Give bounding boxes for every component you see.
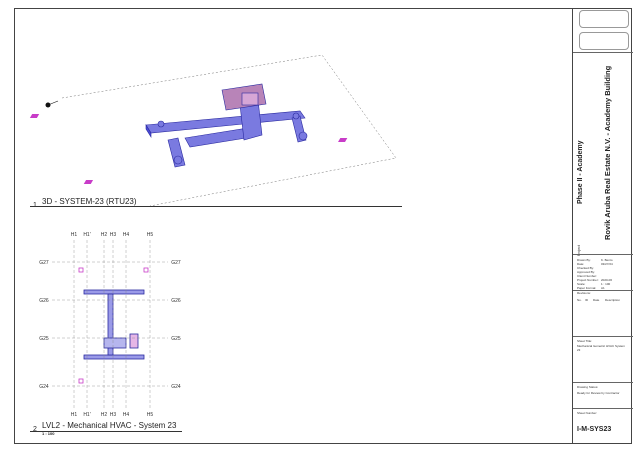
phase-label: Phase II - Academy: [577, 140, 584, 204]
grid-label-H4-bottom: H4: [123, 412, 130, 418]
tb-divider: [573, 336, 633, 337]
revision-column-header: Date: [593, 298, 600, 302]
grid-label-H3-top: H3: [110, 232, 117, 238]
field-value: 03/27/24: [601, 262, 613, 266]
project-name: Rovik Aruba Real Estate N.V. - Academy B…: [603, 65, 612, 240]
logo-box-1: [579, 10, 629, 28]
grid-label-G24-right: G24: [171, 384, 181, 390]
logo-box-2: [579, 32, 629, 50]
grid-label-H2-bottom: H2: [101, 412, 108, 418]
sheet-number: I-M-SYS23: [577, 426, 612, 433]
tb-divider: [573, 254, 633, 255]
grid-label-G27-left: G27: [39, 260, 49, 266]
sheet-title-label: Sheet Title:: [577, 339, 593, 343]
grid-label-G25-left: G25: [39, 336, 49, 342]
revision-column-header: ID: [585, 298, 588, 302]
grid-label-G27-right: G27: [171, 260, 181, 266]
grid-label-H1-top: H1: [71, 232, 78, 238]
view2-title-underline: [30, 431, 182, 432]
grid-label-G26-right: G26: [171, 298, 181, 304]
title-block: Phase II - Academy Rovik Aruba Real Esta…: [572, 8, 633, 444]
tb-divider: [573, 382, 633, 383]
diffuser-tags-plan: [78, 267, 149, 384]
tb-divider: [573, 52, 633, 53]
duct-plan: [83, 289, 145, 360]
grid-label-H2-top: H2: [101, 232, 108, 238]
grid-label-H1'-bottom: H1': [83, 412, 90, 418]
grid-label-G25-right: G25: [171, 336, 181, 342]
grid-label-H1'-top: H1': [83, 232, 90, 238]
drawing-status-label: Drawing Status:: [577, 385, 599, 389]
view-plan-lvl2[interactable]: H1H1H1'H1'H2H2H3H3H4H4H5H5G27 G27G26 G26G2…: [0, 0, 640, 452]
revision-column-header: Description: [605, 298, 621, 302]
drawing-sheet: 1 3D - SYSTEM-23 (RTU23) H1 H1 H1' H1' H2 H2 H…: [0, 0, 640, 452]
grid-label-H3-bottom: H3: [110, 412, 117, 418]
sheet-number-label: Sheet Number:: [577, 411, 598, 415]
revision-column-header: No.: [577, 298, 582, 302]
sheet-title: Mechanical Isometric HVAC System 23: [577, 344, 625, 352]
grid-label-G24-left: G24: [39, 384, 49, 390]
revisions-label: Revisions:: [577, 291, 591, 295]
grid-label-H4-top: H4: [123, 232, 130, 238]
grid-label-H5-top: H5: [147, 232, 154, 238]
view2-title[interactable]: LVL2 - Mechanical HVAC - System 23: [42, 421, 176, 430]
grid-label-H5-bottom: H5: [147, 412, 154, 418]
drawing-status: Ready for Review by Contractor: [577, 391, 620, 395]
grid-label-G26-left: G26: [39, 298, 49, 304]
tb-divider: [573, 408, 633, 409]
grid-label-H1-bottom: H1: [71, 412, 78, 418]
